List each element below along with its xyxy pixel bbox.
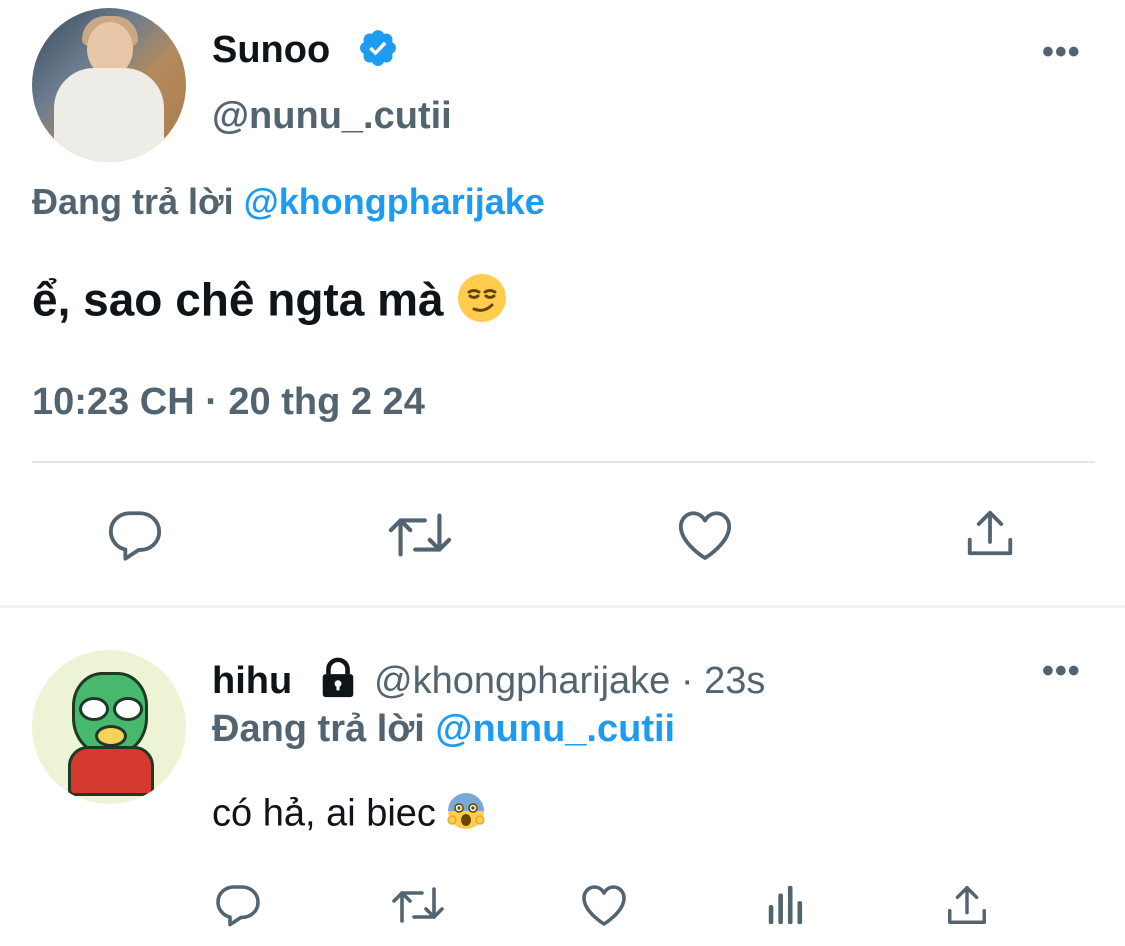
smirking-face-icon bbox=[456, 272, 508, 335]
like-icon[interactable] bbox=[676, 508, 734, 562]
reply-prefix: Đang trả lời bbox=[212, 708, 425, 750]
analytics-icon[interactable] bbox=[764, 882, 808, 928]
like-icon[interactable] bbox=[580, 882, 628, 928]
replying-to: Đang trả lời @khongpharijake bbox=[32, 180, 545, 224]
reply-author-display-name[interactable]: hihu bbox=[212, 658, 292, 704]
share-icon[interactable] bbox=[962, 506, 1018, 560]
more-options-icon[interactable]: ••• bbox=[1042, 35, 1081, 69]
more-options-icon[interactable]: ••• bbox=[1042, 654, 1081, 688]
tweet-text-content: ể, sao chê ngta mà bbox=[32, 273, 444, 326]
screaming-face-icon bbox=[446, 790, 486, 841]
reply-text: có hả, ai biec bbox=[212, 790, 486, 841]
reply-author-handle[interactable]: @khongpharijake bbox=[374, 660, 670, 702]
reply-mention-link[interactable]: @nunu_.cutii bbox=[435, 708, 675, 750]
verified-badge-icon bbox=[357, 27, 399, 69]
tweet-separator bbox=[0, 605, 1125, 608]
meta-separator: · bbox=[680, 660, 694, 702]
tweet-text: ể, sao chê ngta mà bbox=[32, 272, 508, 335]
reply-text-content: có hả, ai biec bbox=[212, 792, 436, 835]
reply-time[interactable]: 23s bbox=[704, 660, 765, 702]
reply-icon[interactable] bbox=[214, 882, 262, 928]
replying-to: Đang trả lời @nunu_.cutii bbox=[212, 706, 675, 752]
share-icon[interactable] bbox=[944, 882, 990, 928]
reply-prefix: Đang trả lời bbox=[32, 181, 234, 222]
reply-meta: @khongpharijake · 23s bbox=[374, 658, 765, 704]
author-avatar[interactable] bbox=[32, 8, 186, 162]
lock-icon bbox=[318, 657, 358, 699]
reply-mention-link[interactable]: @khongpharijake bbox=[244, 181, 545, 222]
tweet-timestamp[interactable]: 10:23 CH · 20 thg 2 24 bbox=[32, 380, 425, 424]
retweet-icon[interactable] bbox=[390, 884, 446, 926]
author-handle[interactable]: @nunu_.cutii bbox=[212, 94, 452, 138]
reply-author-avatar[interactable] bbox=[32, 650, 186, 804]
reply-icon[interactable] bbox=[106, 508, 164, 562]
divider bbox=[32, 461, 1095, 463]
retweet-icon[interactable] bbox=[386, 510, 454, 560]
author-display-name[interactable]: Sunoo bbox=[212, 28, 330, 72]
